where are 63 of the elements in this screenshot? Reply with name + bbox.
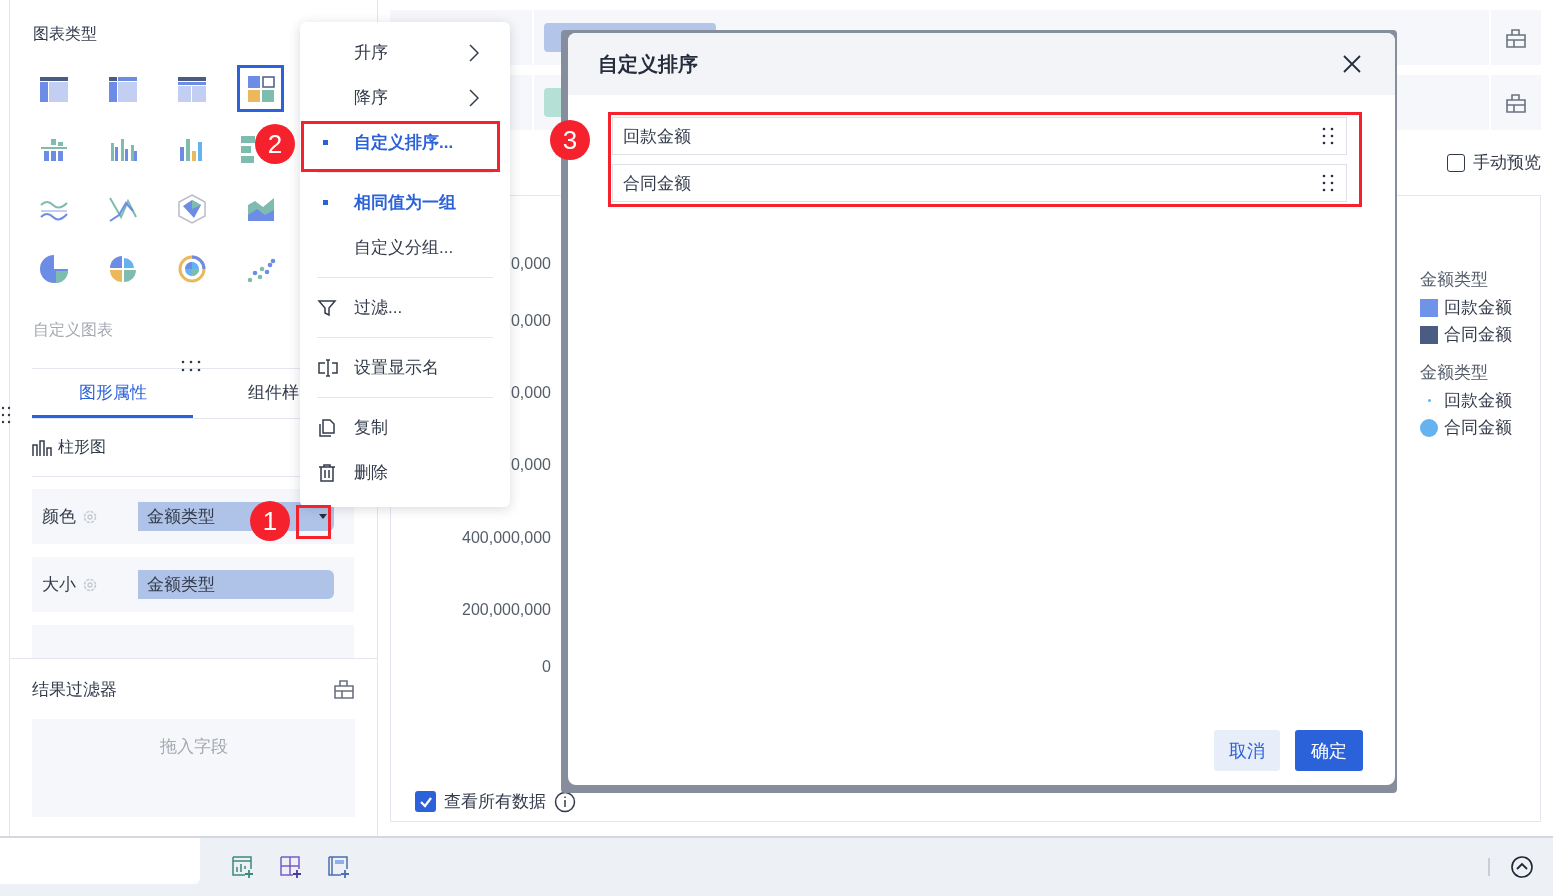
drag-handle-icon[interactable] bbox=[1322, 127, 1334, 145]
add-chart-icon[interactable] bbox=[230, 854, 256, 881]
menu-item[interactable]: 过滤... bbox=[300, 285, 493, 330]
menu-item[interactable]: 降序 bbox=[300, 75, 493, 120]
axis-label: 200,000,000 bbox=[462, 601, 551, 619]
property-label: 颜色 bbox=[42, 506, 76, 528]
section-title: 图表类型 bbox=[33, 24, 97, 44]
drag-handle-icon[interactable] bbox=[1322, 174, 1334, 192]
legend-label: 合同金额 bbox=[1444, 324, 1512, 346]
axis-label: 0,000 bbox=[510, 312, 551, 330]
add-table-icon[interactable] bbox=[278, 854, 304, 881]
field-pill[interactable]: 金额类型 bbox=[138, 570, 334, 599]
menu-item[interactable]: 升序 bbox=[300, 30, 493, 75]
layout-icon[interactable] bbox=[1505, 91, 1527, 114]
chart-name: 柱形图 bbox=[58, 437, 106, 457]
delete-icon bbox=[317, 462, 337, 483]
chevron-right-icon bbox=[469, 43, 479, 62]
menu-item[interactable]: 自定义排序... bbox=[300, 120, 493, 165]
highlight-frame bbox=[296, 505, 331, 539]
sortable-item[interactable]: 回款金额 bbox=[612, 117, 1347, 155]
menu-item[interactable]: 设置显示名 bbox=[300, 345, 493, 390]
menu-item[interactable]: 相同值为一组 bbox=[300, 180, 493, 225]
cancel-button[interactable]: 取消 bbox=[1214, 730, 1280, 771]
legend-label: 回款金额 bbox=[1444, 297, 1512, 319]
legend-label: 合同金额 bbox=[1444, 417, 1512, 439]
layout-icon[interactable] bbox=[1505, 26, 1527, 49]
checkbox-label: 查看所有数据 bbox=[444, 791, 546, 814]
tab[interactable]: 图形属性 bbox=[32, 369, 193, 418]
legend-title: 金额类型 bbox=[1420, 362, 1489, 384]
collapse-icon[interactable] bbox=[1509, 854, 1535, 881]
legend-label: 回款金额 bbox=[1444, 390, 1512, 412]
radar-chart-icon bbox=[175, 192, 208, 225]
sortable-item[interactable]: 合同金额 bbox=[612, 164, 1347, 202]
checkbox-label: 手动预览 bbox=[1473, 152, 1541, 174]
bar-chart-icon bbox=[32, 438, 52, 457]
confirm-button[interactable]: 确定 bbox=[1295, 730, 1363, 771]
section-title: 结果过滤器 bbox=[32, 678, 117, 701]
axis-label: 0,000 bbox=[510, 384, 551, 402]
info-icon[interactable] bbox=[554, 790, 576, 813]
drag-handle-icon[interactable] bbox=[1, 406, 11, 424]
text-cursor-icon bbox=[317, 357, 339, 378]
chevron-right-icon bbox=[469, 88, 479, 107]
step-badge: 2 bbox=[255, 124, 295, 164]
legend-title: 金额类型 bbox=[1420, 269, 1489, 291]
section-title: 自定义图表 bbox=[33, 320, 113, 340]
layout-icon[interactable] bbox=[333, 678, 355, 700]
axis-label: 0,000 bbox=[510, 456, 551, 474]
menu-item[interactable]: 复制 bbox=[300, 405, 493, 450]
checkbox[interactable] bbox=[415, 791, 436, 813]
checkbox[interactable] bbox=[1447, 153, 1465, 172]
menu-item[interactable]: 删除 bbox=[300, 450, 493, 495]
pie-chart-icon bbox=[37, 252, 70, 285]
axis-label: 400,000,000 bbox=[462, 529, 551, 547]
axis-label: 0,000 bbox=[510, 255, 551, 273]
property-label: 大小 bbox=[42, 574, 76, 596]
close-icon[interactable] bbox=[1343, 55, 1361, 73]
menu-item[interactable]: 自定义分组... bbox=[300, 225, 493, 270]
copy-icon bbox=[317, 417, 337, 438]
drag-handle-icon[interactable] bbox=[181, 360, 203, 372]
filter-icon bbox=[317, 297, 337, 318]
add-report-icon[interactable] bbox=[326, 854, 352, 881]
axis-label: 0 bbox=[542, 658, 551, 676]
dialog-title: 自定义排序 bbox=[598, 51, 698, 77]
